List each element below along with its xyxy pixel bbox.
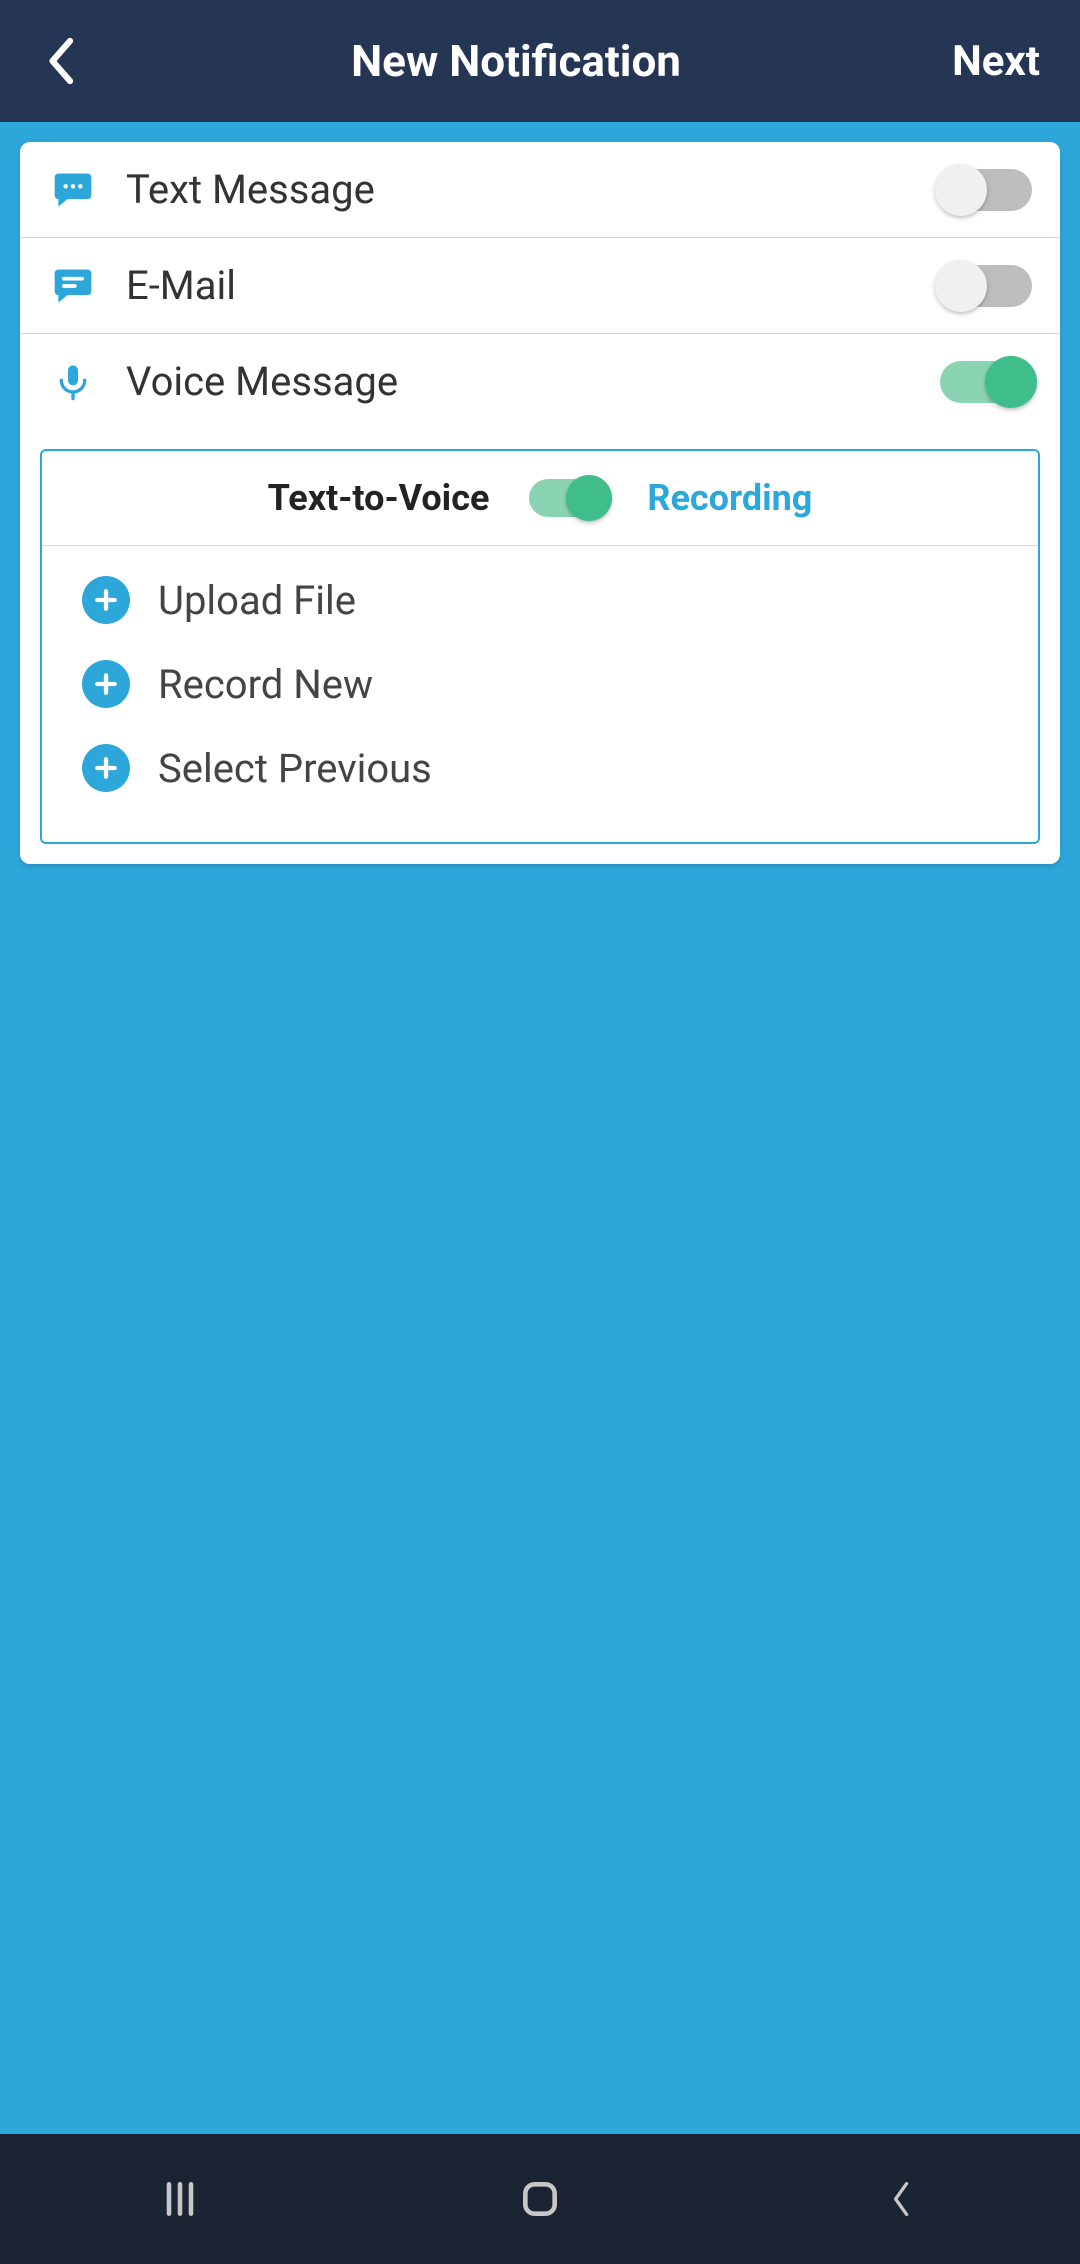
email-icon — [48, 264, 98, 308]
voice-mode-toggle[interactable] — [529, 479, 607, 517]
plus-icon — [82, 576, 130, 624]
system-navbar — [0, 2134, 1080, 2264]
action-label: Record New — [158, 661, 373, 708]
record-new-action[interactable]: Record New — [82, 660, 998, 708]
channel-label: Text Message — [126, 166, 912, 213]
voice-mode-tts[interactable]: Text-to-Voice — [268, 477, 490, 519]
nav-home[interactable] — [500, 2169, 580, 2229]
channel-email[interactable]: E-Mail — [20, 238, 1060, 334]
action-label: Upload File — [158, 577, 356, 624]
voice-actions: Upload File Record New Select Previous — [42, 546, 1038, 842]
microphone-icon — [48, 360, 98, 404]
channel-label: E-Mail — [126, 262, 912, 309]
next-button[interactable]: Next — [942, 37, 1050, 86]
select-previous-action[interactable]: Select Previous — [82, 744, 998, 792]
action-label: Select Previous — [158, 745, 432, 792]
text-message-icon — [48, 168, 98, 212]
voice-mode-switch: Text-to-Voice Recording — [42, 451, 1038, 546]
text-message-toggle[interactable] — [940, 169, 1032, 211]
plus-icon — [82, 660, 130, 708]
channel-voice[interactable]: Voice Message — [20, 334, 1060, 429]
plus-icon — [82, 744, 130, 792]
email-toggle[interactable] — [940, 265, 1032, 307]
channel-label: Voice Message — [126, 358, 912, 405]
chevron-left-icon — [43, 36, 77, 86]
content-area: Text Message E-Mail Voice Message Text-t… — [0, 122, 1080, 2134]
upload-file-action[interactable]: Upload File — [82, 576, 998, 624]
app-header: New Notification Next — [0, 0, 1080, 122]
channel-text-message[interactable]: Text Message — [20, 142, 1060, 238]
voice-mode-recording[interactable]: Recording — [647, 477, 812, 519]
nav-recents[interactable] — [140, 2169, 220, 2229]
voice-toggle[interactable] — [940, 361, 1032, 403]
voice-panel: Text-to-Voice Recording Upload File Reco… — [40, 449, 1040, 844]
channel-card: Text Message E-Mail Voice Message Text-t… — [20, 142, 1060, 864]
back-button[interactable] — [30, 36, 90, 86]
nav-back[interactable] — [860, 2169, 940, 2229]
page-title: New Notification — [90, 35, 942, 87]
